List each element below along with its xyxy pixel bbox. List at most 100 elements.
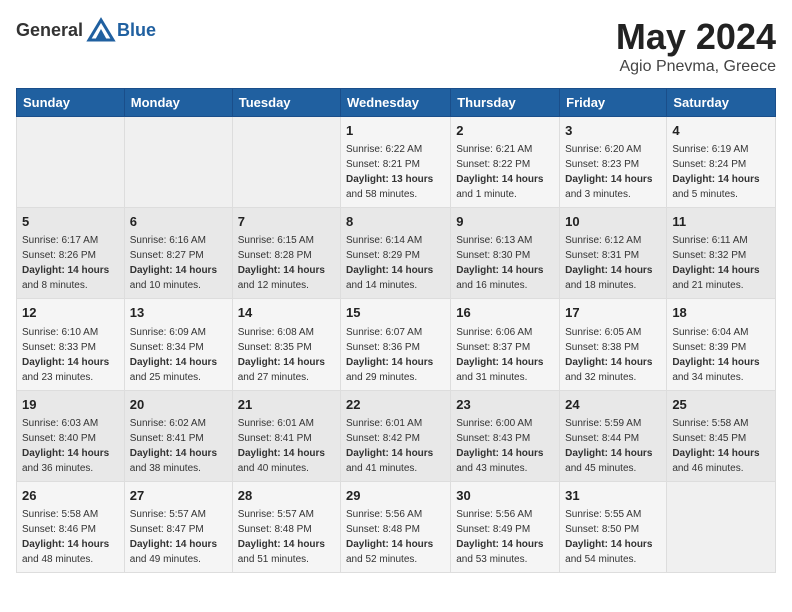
day-number: 31: [565, 487, 661, 505]
day-info: Sunrise: 6:08 AMSunset: 8:35 PMDaylight:…: [238, 325, 335, 385]
day-info: Sunrise: 5:56 AMSunset: 8:48 PMDaylight:…: [346, 507, 445, 567]
calendar-week-row: 5Sunrise: 6:17 AMSunset: 8:26 PMDaylight…: [17, 208, 776, 299]
day-info: Sunrise: 6:04 AMSunset: 8:39 PMDaylight:…: [672, 325, 770, 385]
day-info: Sunrise: 6:01 AMSunset: 8:41 PMDaylight:…: [238, 416, 335, 476]
day-number: 15: [346, 304, 445, 322]
table-row: 16Sunrise: 6:06 AMSunset: 8:37 PMDayligh…: [451, 299, 560, 390]
day-info: Sunrise: 6:22 AMSunset: 8:21 PMDaylight:…: [346, 142, 445, 202]
day-info: Sunrise: 6:19 AMSunset: 8:24 PMDaylight:…: [672, 142, 770, 202]
table-row: 30Sunrise: 5:56 AMSunset: 8:49 PMDayligh…: [451, 481, 560, 572]
day-info: Sunrise: 6:10 AMSunset: 8:33 PMDaylight:…: [22, 325, 119, 385]
table-row: 10Sunrise: 6:12 AMSunset: 8:31 PMDayligh…: [560, 208, 667, 299]
day-number: 13: [130, 304, 227, 322]
table-row: [667, 481, 776, 572]
day-number: 26: [22, 487, 119, 505]
daylight-hours-label: Daylight: 14 hours: [456, 265, 543, 276]
table-row: 6Sunrise: 6:16 AMSunset: 8:27 PMDaylight…: [124, 208, 232, 299]
day-info: Sunrise: 6:13 AMSunset: 8:30 PMDaylight:…: [456, 233, 554, 293]
day-info: Sunrise: 6:15 AMSunset: 8:28 PMDaylight:…: [238, 233, 335, 293]
header-sunday: Sunday: [17, 89, 125, 117]
day-number: 2: [456, 122, 554, 140]
location-title: Agio Pnevma, Greece: [616, 58, 776, 76]
daylight-hours-label: Daylight: 14 hours: [346, 265, 433, 276]
day-number: 14: [238, 304, 335, 322]
day-info: Sunrise: 6:02 AMSunset: 8:41 PMDaylight:…: [130, 416, 227, 476]
day-number: 20: [130, 396, 227, 414]
table-row: 20 Sunrise: 6:02 AMSunset: 8:41 PMDayligh…: [124, 390, 232, 481]
table-row: [232, 117, 340, 208]
month-title: May 2024: [616, 16, 776, 58]
daylight-hours-label: Daylight: 14 hours: [22, 265, 109, 276]
page-header: General Blue May 2024 Agio Pnevma, Greec…: [16, 16, 776, 76]
day-number: 12: [22, 304, 119, 322]
day-info: Sunrise: 5:58 AMSunset: 8:45 PMDaylight:…: [672, 416, 770, 476]
daylight-hours-label: Daylight: 14 hours: [456, 357, 543, 368]
day-number: 18: [672, 304, 770, 322]
table-row: 7Sunrise: 6:15 AMSunset: 8:28 PMDaylight…: [232, 208, 340, 299]
day-number: 16: [456, 304, 554, 322]
daylight-hours-label: Daylight: 14 hours: [22, 357, 109, 368]
daylight-hours-label: Daylight: 14 hours: [456, 448, 543, 459]
logo-icon: [85, 16, 117, 44]
daylight-hours-label: Daylight: 14 hours: [672, 448, 759, 459]
daylight-hours-label: Daylight: 14 hours: [346, 539, 433, 550]
day-number: 25: [672, 396, 770, 414]
table-row: 29Sunrise: 5:56 AMSunset: 8:48 PMDayligh…: [341, 481, 451, 572]
day-info: Sunrise: 6:21 AMSunset: 8:22 PMDaylight:…: [456, 142, 554, 202]
day-number: 1: [346, 122, 445, 140]
table-row: 13 Sunrise: 6:09 AMSunset: 8:34 PMDayligh…: [124, 299, 232, 390]
header-friday: Friday: [560, 89, 667, 117]
table-row: 1 Sunrise: 6:22 AMSunset: 8:21 PMDaylight…: [341, 117, 451, 208]
day-number: 22: [346, 396, 445, 414]
day-info: Sunrise: 5:57 AMSunset: 8:48 PMDaylight:…: [238, 507, 335, 567]
table-row: 8Sunrise: 6:14 AMSunset: 8:29 PMDaylight…: [341, 208, 451, 299]
table-row: 23Sunrise: 6:00 AMSunset: 8:43 PMDayligh…: [451, 390, 560, 481]
day-number: 21: [238, 396, 335, 414]
daylight-hours-label: Daylight: 14 hours: [130, 265, 217, 276]
day-number: 27: [130, 487, 227, 505]
table-row: 17 Sunrise: 6:05 AMSunset: 8:38 PMDayligh…: [560, 299, 667, 390]
daylight-hours-label: Daylight: 14 hours: [238, 448, 325, 459]
day-info: Sunrise: 6:17 AMSunset: 8:26 PMDaylight:…: [22, 233, 119, 293]
daylight-hours-label: Daylight: 14 hours: [565, 448, 652, 459]
header-wednesday: Wednesday: [341, 89, 451, 117]
table-row: 18 Sunrise: 6:04 AMSunset: 8:39 PMDayligh…: [667, 299, 776, 390]
table-row: [124, 117, 232, 208]
day-number: 11: [672, 213, 770, 231]
day-info: Sunrise: 6:09 AMSunset: 8:34 PMDaylight:…: [130, 325, 227, 385]
daylight-hours-label: Daylight: 14 hours: [130, 448, 217, 459]
daylight-hours-label: Daylight: 14 hours: [346, 357, 433, 368]
table-row: 12 Sunrise: 6:10 AMSunset: 8:33 PMDayligh…: [17, 299, 125, 390]
daylight-hours-label: Daylight: 14 hours: [456, 174, 543, 185]
day-info: Sunrise: 6:20 AMSunset: 8:23 PMDaylight:…: [565, 142, 661, 202]
daylight-hours-label: Daylight: 14 hours: [238, 357, 325, 368]
daylight-hours-label: Daylight: 14 hours: [238, 265, 325, 276]
day-number: 9: [456, 213, 554, 231]
daylight-hours-label: Daylight: 14 hours: [130, 539, 217, 550]
day-number: 10: [565, 213, 661, 231]
table-row: [17, 117, 125, 208]
logo: General Blue: [16, 16, 156, 44]
day-info: Sunrise: 6:11 AMSunset: 8:32 PMDaylight:…: [672, 233, 770, 293]
day-info: Sunrise: 5:57 AMSunset: 8:47 PMDaylight:…: [130, 507, 227, 567]
table-row: 15Sunrise: 6:07 AMSunset: 8:36 PMDayligh…: [341, 299, 451, 390]
day-number: 3: [565, 122, 661, 140]
table-row: 11 Sunrise: 6:11 AMSunset: 8:32 PMDayligh…: [667, 208, 776, 299]
table-row: 14 Sunrise: 6:08 AMSunset: 8:35 PMDayligh…: [232, 299, 340, 390]
day-number: 19: [22, 396, 119, 414]
day-number: 17: [565, 304, 661, 322]
day-info: Sunrise: 6:01 AMSunset: 8:42 PMDaylight:…: [346, 416, 445, 476]
table-row: 2 Sunrise: 6:21 AMSunset: 8:22 PMDaylight…: [451, 117, 560, 208]
daylight-hours-label: Daylight: 14 hours: [672, 357, 759, 368]
daylight-hours-label: Daylight: 14 hours: [130, 357, 217, 368]
day-info: Sunrise: 6:05 AMSunset: 8:38 PMDaylight:…: [565, 325, 661, 385]
header-tuesday: Tuesday: [232, 89, 340, 117]
day-info: Sunrise: 5:55 AMSunset: 8:50 PMDaylight:…: [565, 507, 661, 567]
table-row: 22 Sunrise: 6:01 AMSunset: 8:42 PMDayligh…: [341, 390, 451, 481]
table-row: 24Sunrise: 5:59 AMSunset: 8:44 PMDayligh…: [560, 390, 667, 481]
table-row: 19Sunrise: 6:03 AMSunset: 8:40 PMDayligh…: [17, 390, 125, 481]
calendar-week-row: 19Sunrise: 6:03 AMSunset: 8:40 PMDayligh…: [17, 390, 776, 481]
table-row: 21 Sunrise: 6:01 AMSunset: 8:41 PMDayligh…: [232, 390, 340, 481]
table-row: 3 Sunrise: 6:20 AMSunset: 8:23 PMDaylight…: [560, 117, 667, 208]
daylight-hours-label: Daylight: 13 hours: [346, 174, 433, 185]
